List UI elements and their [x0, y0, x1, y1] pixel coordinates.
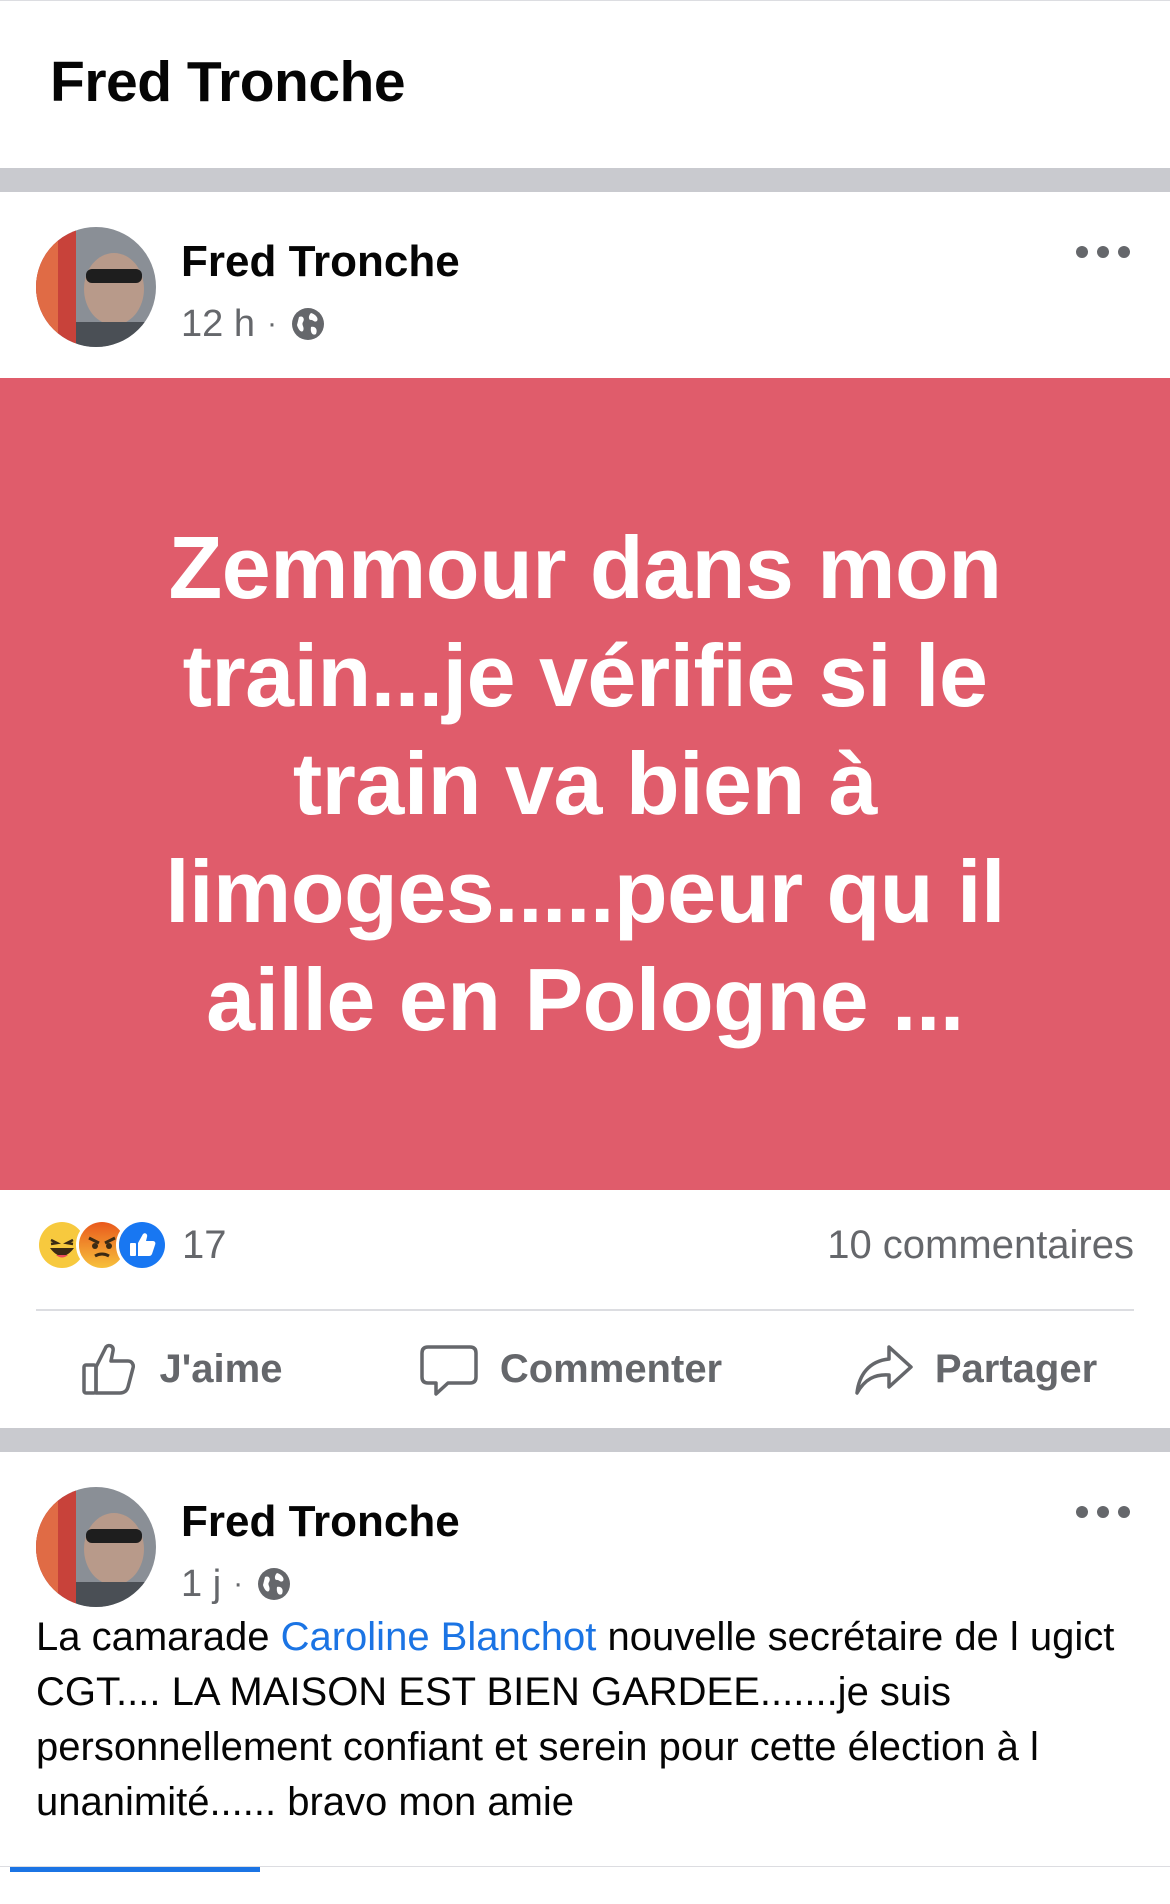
- meta-separator: ·: [266, 307, 277, 340]
- like-icon: [116, 1219, 168, 1271]
- more-options-icon[interactable]: [1076, 244, 1130, 260]
- post-meta: 1 j ·: [181, 1562, 293, 1606]
- avatar[interactable]: [36, 1487, 156, 1607]
- post-time[interactable]: 12 h: [181, 303, 255, 346]
- feed-separator: [0, 168, 1170, 192]
- comment-icon: [420, 1344, 478, 1396]
- comment-label: Commenter: [499, 1347, 723, 1391]
- like-button[interactable]: J'aime: [0, 1339, 360, 1401]
- feed-separator: [0, 1428, 1170, 1452]
- page-header: Fred Tronche: [0, 0, 1170, 168]
- share-icon: [855, 1344, 913, 1395]
- comments-count[interactable]: 10 commentaires: [827, 1223, 1134, 1268]
- mention-link[interactable]: Caroline Blanchot: [281, 1615, 597, 1659]
- post-text-start: La camarade: [36, 1615, 281, 1659]
- share-label: Partager: [934, 1347, 1098, 1391]
- active-tab-indicator: [10, 1867, 260, 1872]
- post-banner: Zemmour dans mon train...je vérifie si l…: [0, 378, 1170, 1190]
- globe-icon: [255, 1565, 293, 1603]
- avatar[interactable]: [36, 227, 156, 347]
- like-label: J'aime: [159, 1347, 283, 1391]
- reaction-count: 17: [182, 1222, 227, 1267]
- thumbs-up-icon: [81, 1343, 135, 1395]
- reactions-row: 17 10 commentaires: [36, 1200, 1134, 1290]
- bottom-tab-bar: [0, 1866, 1170, 1904]
- post-text: La camarade Caroline Blanchot nouvelle s…: [36, 1610, 1136, 1830]
- banner-text: Zemmour dans mon train...je vérifie si l…: [165, 518, 1005, 1049]
- post-author[interactable]: Fred Tronche: [181, 237, 460, 287]
- post-meta: 12 h ·: [181, 302, 327, 346]
- meta-separator: ·: [233, 1567, 244, 1600]
- reactions-summary[interactable]: 17: [36, 1219, 227, 1271]
- globe-icon: [289, 305, 327, 343]
- comment-button[interactable]: Commenter: [360, 1339, 780, 1401]
- page-title: Fred Tronche: [50, 50, 406, 114]
- post-card: Fred Tronche 1 j · La camarade Caroline …: [0, 1452, 1170, 1903]
- post-actions: J'aime Commenter Partager: [0, 1311, 1170, 1428]
- share-button[interactable]: Partager: [780, 1339, 1170, 1401]
- post-author[interactable]: Fred Tronche: [181, 1497, 460, 1547]
- more-options-icon[interactable]: [1076, 1504, 1130, 1520]
- post-time[interactable]: 1 j: [181, 1563, 221, 1606]
- post-card: Fred Tronche 12 h · Zemmour dans mon tra…: [0, 192, 1170, 1428]
